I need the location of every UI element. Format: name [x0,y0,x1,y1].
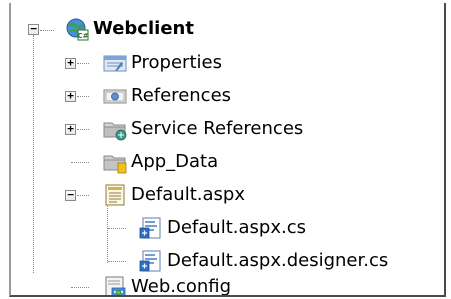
cs-file-icon [139,250,161,272]
tree-line [40,30,54,31]
tree-node-label[interactable]: References [131,84,231,108]
tree-line [71,162,89,163]
tree-node-service-references[interactable]: Service References [11,116,431,142]
tree-node-properties[interactable]: Properties [11,50,431,76]
solution-explorer-tree: C# Webclient Properties References [9,3,446,297]
tree-node-default-aspx-designer-cs[interactable]: Default.aspx.designer.cs [11,248,431,274]
expand-icon[interactable] [65,124,76,135]
references-icon [103,89,127,104]
tree-line [77,63,89,64]
expand-icon[interactable] [65,58,76,69]
collapse-icon[interactable] [65,190,76,201]
tree-node-label[interactable]: Default.aspx [131,183,245,207]
tree-node-label[interactable]: Default.aspx.designer.cs [167,249,388,273]
properties-icon [103,55,127,72]
tree-node-web-config[interactable]: Web.config [11,274,431,295]
collapse-icon[interactable] [28,24,39,35]
tree-line [108,261,126,262]
folder-icon [103,155,127,174]
tree-line [108,228,126,229]
tree-node-default-aspx[interactable]: Default.aspx [11,182,431,208]
tree-line [77,129,89,130]
tree-node-default-aspx-cs[interactable]: Default.aspx.cs [11,215,431,241]
tree-node-label[interactable]: App_Data [131,150,218,174]
tree-line [77,195,89,196]
tree-line [71,287,89,288]
tree-node-references[interactable]: References [11,83,431,109]
web-project-icon: C# [66,18,89,41]
aspx-page-icon [105,184,125,206]
tree-node-label[interactable]: Webclient [93,17,194,41]
config-file-icon [105,276,126,295]
svg-text:C#: C# [77,32,88,40]
cs-file-icon [139,217,161,239]
tree-node-label[interactable]: Properties [131,51,222,75]
service-references-icon [103,122,127,141]
tree-line [77,96,89,97]
tree-node-label[interactable]: Service References [131,117,303,141]
expand-icon[interactable] [65,91,76,102]
tree-node-label[interactable]: Web.config [131,275,231,295]
tree-node-webclient[interactable]: C# Webclient [11,17,431,43]
tree-node-app-data[interactable]: App_Data [11,149,431,175]
tree-node-label[interactable]: Default.aspx.cs [167,216,306,240]
